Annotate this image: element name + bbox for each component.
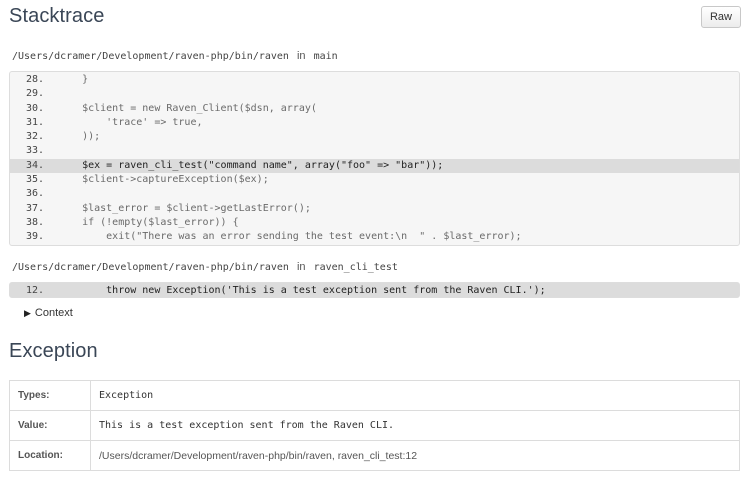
line-number: 39. <box>25 231 44 243</box>
code-line: 31. 'trace' => true, <box>10 116 739 130</box>
code-line: 38. if (!empty($last_error)) { <box>10 216 739 230</box>
exception-key: Location: <box>9 440 91 471</box>
code-line: 32. )); <box>10 130 739 144</box>
table-row: Location: /Users/dcramer/Development/rav… <box>9 440 740 471</box>
code-line: 39. exit("There was an error sending the… <box>10 230 739 244</box>
frame-function: raven_cli_test <box>313 262 398 273</box>
triangle-right-icon: ▶ <box>24 308 31 318</box>
frame-in-label: in <box>296 261 306 273</box>
table-row: Value: This is a test exception sent fro… <box>9 410 740 441</box>
frame-in-label: in <box>296 50 306 62</box>
exception-value: This is a test exception sent from the R… <box>90 410 740 441</box>
line-code: )); <box>58 131 101 143</box>
code-line: 29. <box>10 87 739 101</box>
page: Stacktrace Raw /Users/dcramer/Developmen… <box>0 0 750 481</box>
line-code: exit("There was an error sending the tes… <box>58 231 522 243</box>
exception-heading: Exception <box>9 340 98 362</box>
line-number: 36. <box>25 188 44 200</box>
line-number: 31. <box>25 116 44 128</box>
line-number: 33. <box>25 145 44 157</box>
line-number: 30. <box>25 102 44 114</box>
frame-file: /Users/dcramer/Development/raven-php/bin… <box>12 51 289 62</box>
raw-button[interactable]: Raw <box>700 6 741 28</box>
code-line: 37. $last_error = $client->getLastError(… <box>10 202 739 216</box>
exception-key: Value: <box>9 410 91 441</box>
table-row: Types: Exception <box>9 380 740 411</box>
exception-value: Exception <box>90 380 740 411</box>
code-line: 36. <box>10 187 739 201</box>
code-line: 35. $client->captureException($ex); <box>10 173 739 187</box>
line-code: if (!empty($last_error)) { <box>58 216 239 228</box>
line-number: 35. <box>25 174 44 186</box>
stacktrace-heading: Stacktrace <box>9 5 105 27</box>
code-line: 28. } <box>10 73 739 87</box>
line-number: 32. <box>25 131 44 143</box>
line-number: 37. <box>25 202 44 214</box>
line-code: $client = new Raven_Client($dsn, array( <box>58 102 317 114</box>
context-toggle[interactable]: ▶ Context <box>24 307 73 319</box>
frame-header: /Users/dcramer/Development/raven-php/bin… <box>12 50 338 62</box>
line-number: 12. <box>25 285 44 296</box>
exception-value: /Users/dcramer/Development/raven-php/bin… <box>90 440 740 471</box>
exception-table: Types: Exception Value: This is a test e… <box>9 380 740 471</box>
frame-file: /Users/dcramer/Development/raven-php/bin… <box>12 262 289 273</box>
line-code: $last_error = $client->getLastError(); <box>58 202 311 214</box>
line-number: 34. <box>25 159 44 171</box>
line-code: 'trace' => true, <box>58 116 203 128</box>
code-line: 30. $client = new Raven_Client($dsn, arr… <box>10 102 739 116</box>
line-code: throw new Exception('This is a test exce… <box>58 285 546 296</box>
code-context: 12. throw new Exception('This is a test … <box>9 282 740 298</box>
line-code: $client->captureException($ex); <box>58 174 269 186</box>
code-line: 33. <box>10 144 739 158</box>
line-number: 29. <box>25 88 44 100</box>
exception-key: Types: <box>9 380 91 411</box>
code-line-active: 34. $ex = raven_cli_test("command name",… <box>10 158 739 174</box>
context-label: Context <box>34 307 73 319</box>
code-line-active: 12. throw new Exception('This is a test … <box>10 283 739 297</box>
frame-function: main <box>313 51 338 62</box>
code-context: 28. } 29. 30. $client = new Raven_Client($… <box>9 71 740 246</box>
frame-header: /Users/dcramer/Development/raven-php/bin… <box>12 261 398 273</box>
line-code: } <box>58 74 89 85</box>
line-number: 28. <box>25 74 44 85</box>
line-code: $ex = raven_cli_test("command name", arr… <box>58 159 444 171</box>
line-number: 38. <box>25 216 44 228</box>
